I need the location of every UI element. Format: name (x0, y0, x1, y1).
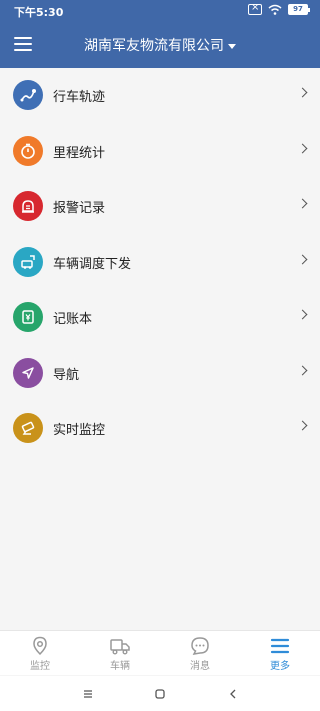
tab-label: 车辆 (110, 661, 130, 672)
system-nav-bar (0, 676, 320, 711)
chevron-right-icon (297, 198, 308, 209)
camera-icon (13, 413, 43, 443)
location-pin-icon (33, 636, 47, 656)
menu-item-label: 实时监控 (53, 423, 106, 438)
chevron-right-icon (297, 309, 308, 320)
tab-monitor[interactable]: 监控 (0, 631, 80, 675)
tab-label: 更多 (270, 661, 290, 672)
tab-vehicles[interactable]: 车辆 (80, 631, 160, 675)
chevron-right-icon (297, 87, 308, 98)
page-title: 湖南军友物流有限公司 (84, 38, 224, 54)
caret-down-icon (228, 43, 236, 49)
menu-item-mileage[interactable]: 里程统计 (0, 124, 320, 180)
menu-item-navigation[interactable]: 导航 (0, 346, 320, 402)
truck-icon (110, 639, 130, 655)
dispatch-icon (13, 246, 43, 277)
menu-item-label: 记账本 (53, 312, 93, 327)
alarm-icon (13, 191, 43, 221)
no-sim-icon (248, 2, 262, 15)
menu-item-dispatch[interactable]: 车辆调度下发 (0, 235, 320, 291)
chevron-right-icon (297, 420, 308, 431)
back-button[interactable] (225, 686, 241, 702)
recents-button[interactable] (80, 686, 96, 702)
chevron-right-icon (297, 365, 308, 375)
bottom-tab-bar: 监控 车辆 消息 更多 (0, 630, 320, 675)
menu-item-label: 车辆调度下发 (53, 256, 132, 272)
tab-more[interactable]: 更多 (240, 631, 320, 675)
tab-label: 监控 (30, 661, 50, 672)
chat-bubble-icon (191, 637, 209, 655)
tab-messages[interactable]: 消息 (160, 631, 240, 675)
menu-item-live-monitor[interactable]: 实时监控 (0, 401, 320, 457)
menu-item-ledger[interactable]: 记账本 (0, 290, 320, 346)
menu-item-track[interactable]: 行车轨迹 (0, 68, 320, 124)
menu-item-label: 里程统计 (53, 145, 106, 161)
tab-label: 消息 (190, 661, 210, 672)
home-button[interactable] (152, 686, 168, 702)
menu-item-label: 导航 (53, 367, 80, 383)
chevron-right-icon (297, 254, 308, 264)
more-list-icon (270, 638, 290, 654)
chevron-right-icon (297, 143, 308, 153)
menu-item-label: 报警记录 (53, 201, 106, 216)
status-icons: 97 (248, 2, 310, 15)
battery-icon: 97 (288, 4, 310, 15)
menu-lines-icon (84, 690, 92, 698)
ledger-icon (13, 302, 43, 332)
back-arrow-icon (230, 689, 236, 699)
status-bar: 下午5:30 97 (0, 0, 320, 22)
company-selector[interactable]: 湖南军友物流有限公司 (0, 35, 320, 55)
menu-item-label: 行车轨迹 (53, 90, 106, 105)
square-icon (155, 689, 165, 699)
navigation-icon (13, 357, 43, 388)
wifi-icon (268, 4, 282, 15)
timer-icon (13, 135, 43, 166)
status-time: 下午5:30 (14, 6, 64, 19)
feature-list: 行车轨迹 里程统计 报警记录 车辆调度下发 记账本 导航 实时监控 (0, 68, 320, 457)
menu-item-alarm[interactable]: 报警记录 (0, 179, 320, 235)
route-icon (13, 80, 43, 110)
app-bar: 湖南军友物流有限公司 (0, 22, 320, 68)
